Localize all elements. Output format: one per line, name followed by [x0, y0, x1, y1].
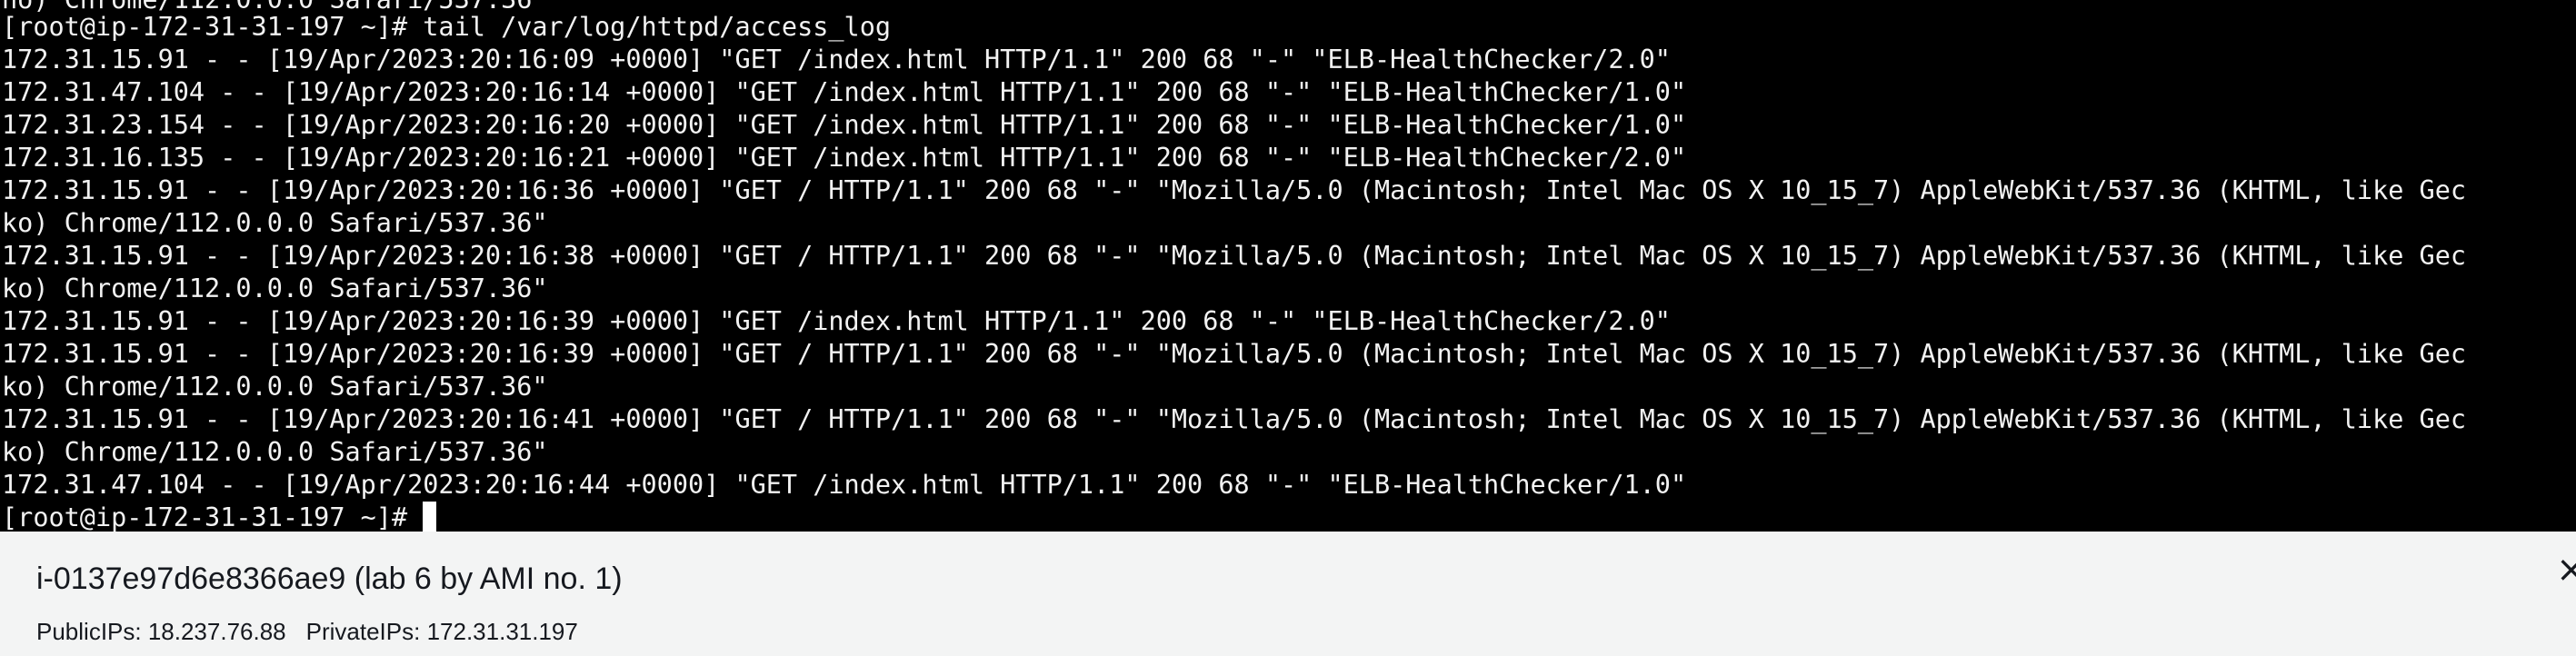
private-ips: PrivateIPs: 172.31.31.197	[305, 618, 578, 645]
instance-ip-row: PublicIPs: 18.237.76.88 PrivateIPs: 172.3…	[36, 615, 578, 648]
terminal-window[interactable]: no) Chrome/112.0.0.0 Safari/537.36" [roo…	[0, 0, 2576, 532]
instance-title: i-0137e97d6e8366ae9 (lab 6 by AMI no. 1)	[36, 562, 623, 596]
terminal-line: 172.31.15.91 - - [19/Apr/2023:20:16:36 +…	[2, 175, 2467, 205]
terminal-line: 172.31.15.91 - - [19/Apr/2023:20:16:09 +…	[2, 45, 1671, 75]
close-icon[interactable]: ×	[2556, 552, 2576, 588]
terminal-prompt-line[interactable]: [root@ip-172-31-31-197 ~]#	[2, 502, 437, 532]
terminal-line: ko) Chrome/112.0.0.0 Safari/537.36"	[2, 273, 548, 303]
terminal-line: 172.31.47.104 - - [19/Apr/2023:20:16:44 …	[2, 470, 1687, 500]
terminal-line: ko) Chrome/112.0.0.0 Safari/537.36"	[2, 372, 548, 402]
terminal-line: 172.31.16.135 - - [19/Apr/2023:20:16:21 …	[2, 143, 1687, 173]
terminal-line: 172.31.23.154 - - [19/Apr/2023:20:16:20 …	[2, 110, 1687, 140]
terminal-line: ko) Chrome/112.0.0.0 Safari/537.36"	[2, 208, 548, 238]
terminal-line: 172.31.47.104 - - [19/Apr/2023:20:16:14 …	[2, 77, 1687, 107]
terminal-cursor	[423, 502, 437, 532]
instance-info-panel: i-0137e97d6e8366ae9 (lab 6 by AMI no. 1)…	[0, 532, 2576, 656]
terminal-line: [root@ip-172-31-31-197 ~]# tail /var/log…	[2, 12, 892, 42]
terminal-line: 172.31.15.91 - - [19/Apr/2023:20:16:39 +…	[2, 339, 2467, 369]
terminal-prompt: [root@ip-172-31-31-197 ~]#	[2, 502, 424, 532]
terminal-line: 172.31.15.91 - - [19/Apr/2023:20:16:38 +…	[2, 241, 2467, 271]
terminal-line: 172.31.15.91 - - [19/Apr/2023:20:16:39 +…	[2, 306, 1671, 336]
terminal-line: ko) Chrome/112.0.0.0 Safari/537.36"	[2, 437, 548, 467]
public-ips: PublicIPs: 18.237.76.88	[36, 618, 286, 645]
terminal-line: 172.31.15.91 - - [19/Apr/2023:20:16:41 +…	[2, 404, 2467, 434]
